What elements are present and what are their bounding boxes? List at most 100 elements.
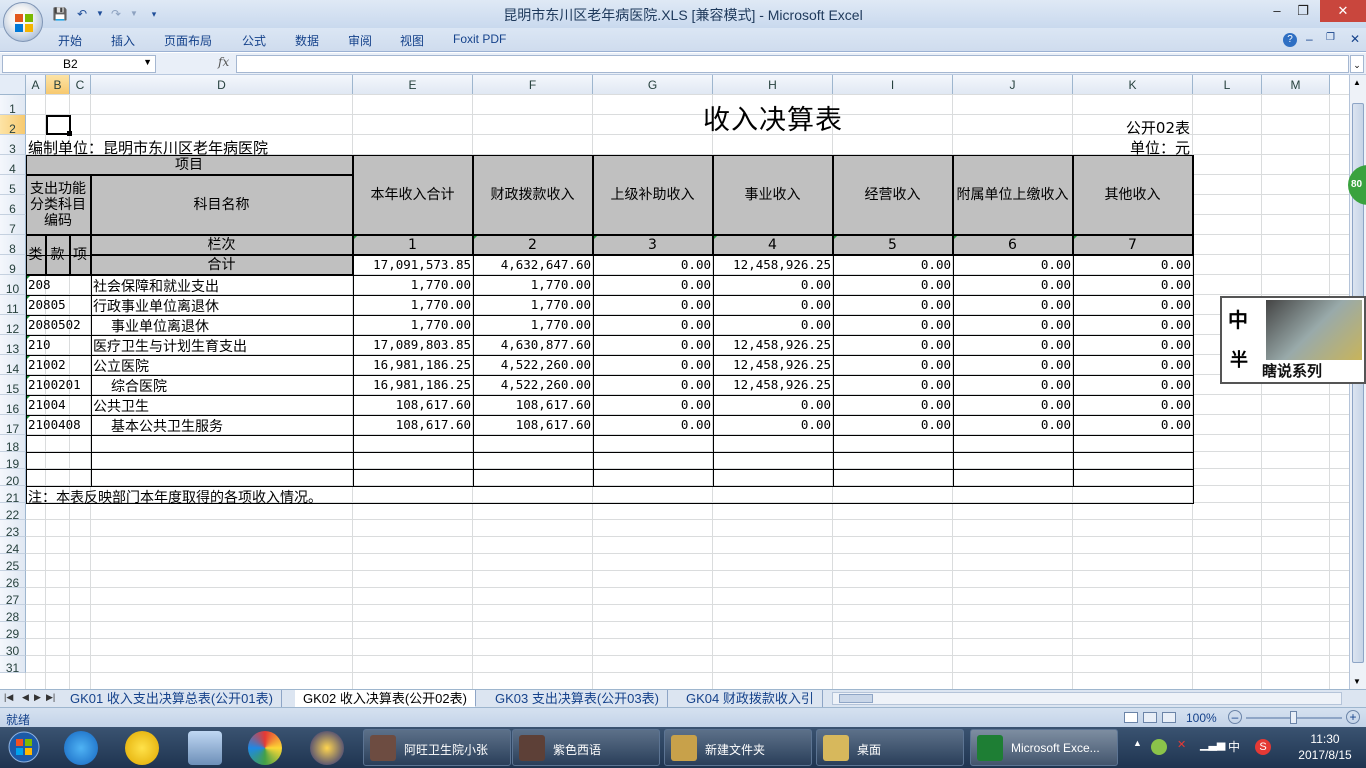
subject-name[interactable]: 医疗卫生与计划生育支出 [93, 336, 247, 356]
subject-name[interactable]: 综合医院 [111, 376, 167, 396]
row-header[interactable]: 3 [0, 135, 26, 156]
browser-icon[interactable] [248, 731, 282, 765]
income-value[interactable]: 0.00 [593, 277, 713, 292]
row-header[interactable]: 10 [0, 275, 26, 296]
column-header[interactable]: L [1193, 75, 1262, 95]
row-header[interactable]: 15 [0, 375, 26, 396]
taskbar-item[interactable]: 新建文件夹 [664, 729, 812, 766]
ie-icon[interactable] [64, 731, 98, 765]
income-value[interactable]: 1,770.00 [353, 317, 473, 332]
income-value[interactable]: 16,981,186.25 [353, 357, 473, 372]
zoom-out-icon[interactable]: – [1228, 710, 1242, 724]
row-header[interactable]: 29 [0, 622, 26, 641]
subject-name[interactable]: 公立医院 [93, 356, 149, 376]
income-value[interactable]: 1,770.00 [353, 277, 473, 292]
column-header[interactable]: A [26, 75, 46, 95]
income-value[interactable]: 0.00 [953, 417, 1073, 432]
network-warning-icon[interactable]: ✕ [1177, 738, 1186, 751]
row-header[interactable]: 21 [0, 486, 26, 505]
workbook-close-icon[interactable]: ✕ [1350, 32, 1360, 46]
income-value[interactable]: 0.00 [953, 297, 1073, 312]
income-value[interactable]: 0.00 [833, 277, 953, 292]
column-header[interactable]: C [70, 75, 91, 95]
income-value[interactable]: 12,458,926.25 [713, 357, 833, 372]
start-button[interactable] [8, 731, 42, 765]
income-value[interactable]: 108,617.60 [473, 417, 593, 432]
expand-formula-bar-icon[interactable]: ⌄ [1350, 55, 1364, 73]
income-value[interactable]: 4,522,260.00 [473, 357, 593, 372]
app-icon[interactable] [310, 731, 344, 765]
income-value[interactable]: 0.00 [593, 417, 713, 432]
income-value[interactable]: 0.00 [953, 357, 1073, 372]
workbook-restore-icon[interactable]: ❐ [1326, 32, 1335, 43]
income-value[interactable]: 0.00 [593, 297, 713, 312]
income-value[interactable]: 4,630,877.60 [473, 337, 593, 352]
chevron-down-icon[interactable]: ▼ [143, 57, 152, 67]
income-value[interactable]: 0.00 [833, 417, 953, 432]
tray-app-icon[interactable] [1151, 739, 1167, 755]
income-value[interactable]: 1,770.00 [473, 277, 593, 292]
income-value[interactable]: 17,089,803.85 [353, 337, 473, 352]
insert-function-icon[interactable]: fx [218, 55, 229, 69]
income-value[interactable]: 0.00 [593, 337, 713, 352]
prev-sheet-icon[interactable]: ◀ [22, 692, 29, 703]
zoom-slider-thumb[interactable] [1290, 711, 1297, 724]
last-sheet-icon[interactable]: ▶| [46, 692, 55, 703]
page-break-view-icon[interactable] [1162, 712, 1176, 723]
income-value[interactable]: 0.00 [953, 377, 1073, 392]
signal-icon[interactable]: ▁▃▅ [1200, 738, 1225, 751]
row-header[interactable]: 30 [0, 639, 26, 658]
income-value[interactable]: 0.00 [593, 357, 713, 372]
row-header[interactable]: 23 [0, 520, 26, 539]
sheet-tab[interactable]: GK02 收入决算表(公开02表) [295, 690, 476, 707]
subject-name[interactable]: 事业单位离退休 [111, 316, 209, 336]
income-value[interactable]: 0.00 [833, 397, 953, 412]
fill-handle[interactable] [67, 131, 72, 136]
normal-view-icon[interactable] [1124, 712, 1138, 723]
workbook-minimize-icon[interactable]: – [1306, 32, 1313, 46]
column-header[interactable]: E [353, 75, 473, 95]
row-header[interactable]: 19 [0, 452, 26, 471]
row-header[interactable]: 8 [0, 235, 26, 256]
horizontal-scrollbar[interactable] [832, 692, 1342, 705]
total-value[interactable]: 4,632,647.60 [473, 257, 593, 272]
tab-formulas[interactable]: 公式 [242, 32, 266, 49]
subject-name[interactable]: 公共卫生 [93, 396, 149, 416]
total-value[interactable]: 0.00 [953, 257, 1073, 272]
subject-name[interactable]: 基本公共卫生服务 [111, 416, 223, 436]
sheet-tab[interactable]: GK03 支出决算表(公开03表) [487, 690, 668, 707]
column-header[interactable]: J [953, 75, 1073, 95]
page-layout-view-icon[interactable] [1143, 712, 1157, 723]
income-value[interactable]: 0.00 [593, 377, 713, 392]
total-value[interactable]: 12,458,926.25 [713, 257, 833, 272]
tab-foxit-pdf[interactable]: Foxit PDF [453, 32, 506, 46]
close-button[interactable]: ✕ [1320, 0, 1366, 22]
income-value[interactable]: 0.00 [833, 377, 953, 392]
minimize-button[interactable]: – [1264, 0, 1290, 22]
zoom-level[interactable]: 100% [1186, 711, 1217, 725]
income-value[interactable]: 108,617.60 [353, 397, 473, 412]
row-header[interactable]: 17 [0, 415, 26, 436]
row-header[interactable]: 25 [0, 554, 26, 573]
subject-code[interactable]: 208 [28, 277, 93, 292]
income-value[interactable]: 0.00 [833, 297, 953, 312]
income-value[interactable]: 16,981,186.25 [353, 377, 473, 392]
system-clock[interactable]: 11:30 2017/8/15 [1290, 731, 1360, 763]
maximize-button[interactable]: ❐ [1290, 0, 1316, 22]
row-header[interactable]: 9 [0, 255, 26, 276]
row-header[interactable]: 4 [0, 155, 26, 176]
income-value[interactable]: 0.00 [713, 317, 833, 332]
row-header[interactable]: 6 [0, 195, 26, 216]
tab-review[interactable]: 审阅 [348, 32, 372, 49]
column-header[interactable]: B [46, 75, 70, 95]
subject-code[interactable]: 21004 [28, 397, 93, 412]
row-header[interactable]: 22 [0, 503, 26, 522]
row-header[interactable]: 5 [0, 175, 26, 196]
row-header[interactable]: 2 [0, 115, 26, 136]
income-value[interactable]: 0.00 [833, 357, 953, 372]
formula-input[interactable] [236, 55, 1349, 73]
income-value[interactable]: 0.00 [1073, 417, 1193, 432]
row-header[interactable]: 28 [0, 605, 26, 624]
income-value[interactable]: 0.00 [713, 397, 833, 412]
subject-code[interactable]: 210 [28, 337, 93, 352]
